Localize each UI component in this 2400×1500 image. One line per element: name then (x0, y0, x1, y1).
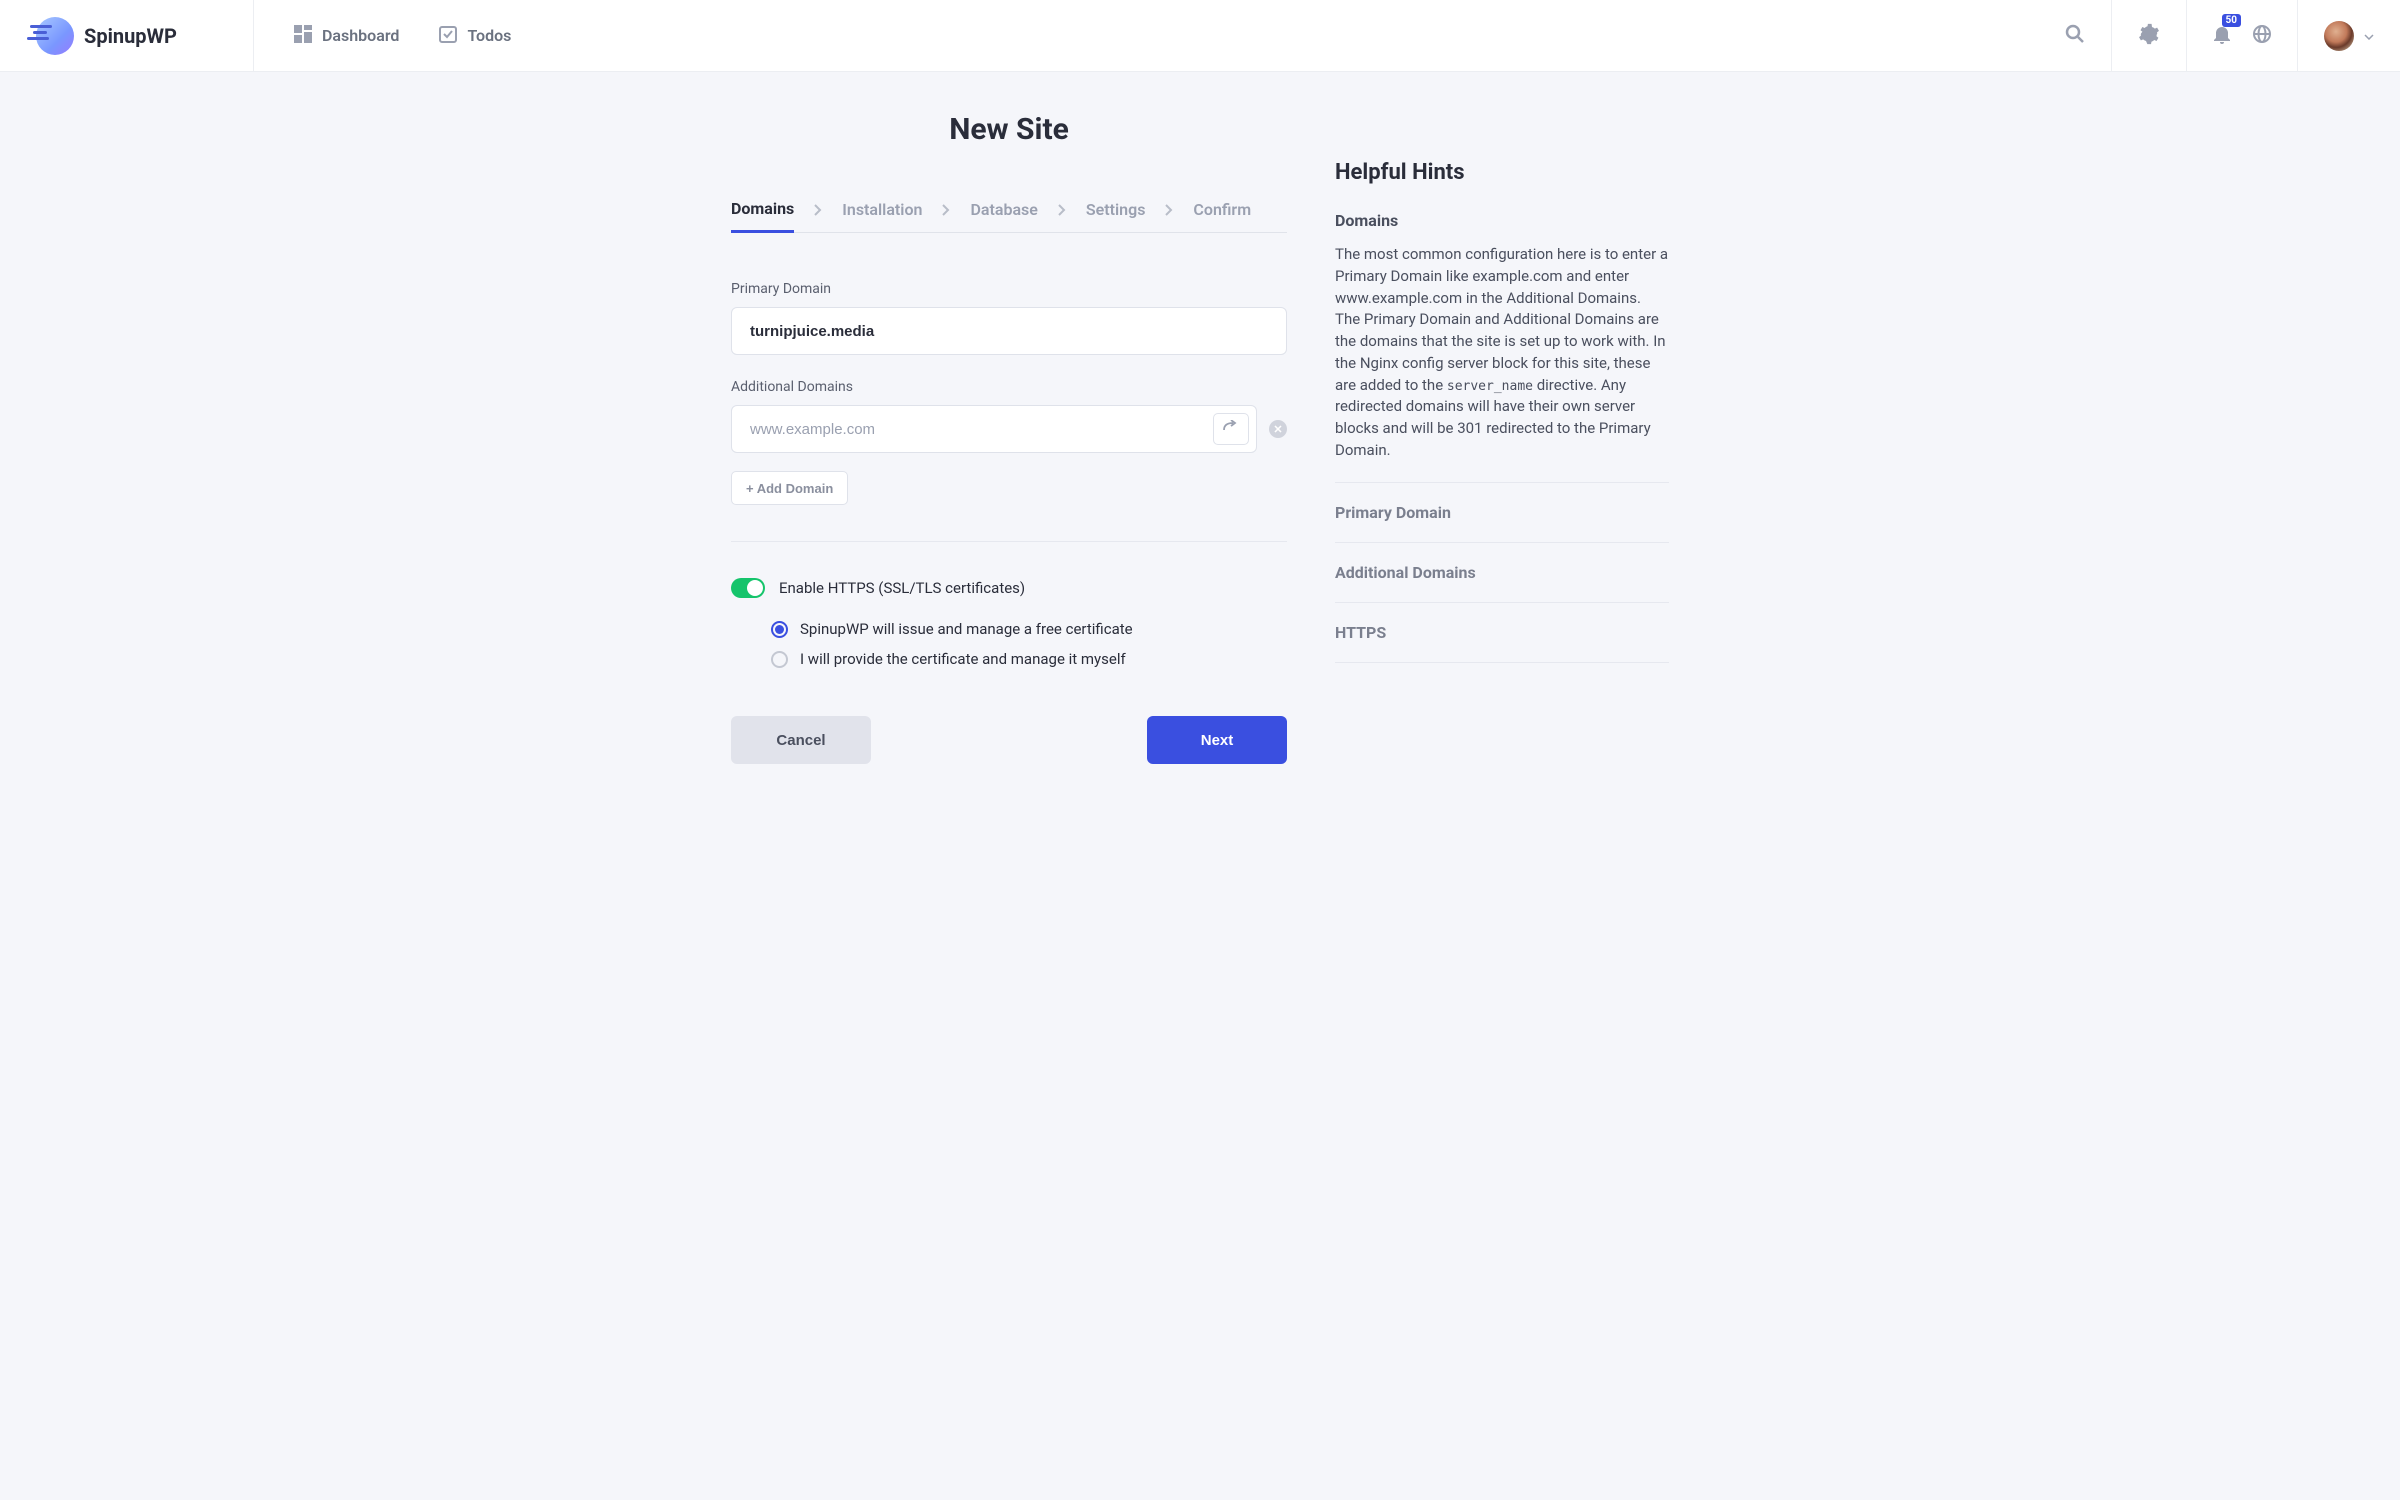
settings-button[interactable] (2111, 0, 2186, 71)
hints-domains-body: The most common configuration here is to… (1335, 244, 1669, 462)
wizard-step-domains[interactable]: Domains (731, 187, 794, 233)
help-button[interactable] (2253, 25, 2271, 47)
radio-label: SpinupWP will issue and manage a free ce… (800, 620, 1133, 638)
hints-title: Helpful Hints (1335, 160, 1669, 185)
radio-input (771, 621, 788, 638)
todos-icon (439, 25, 457, 47)
wizard-step-confirm[interactable]: Confirm (1193, 188, 1251, 231)
logo-icon (32, 15, 74, 57)
hints-text-pre: The most common configuration here is to… (1335, 245, 1668, 394)
search-button[interactable] (2039, 0, 2111, 71)
nav-todos[interactable]: Todos (439, 25, 511, 47)
add-domain-button[interactable]: + Add Domain (731, 471, 848, 505)
wizard-actions: Cancel Next (731, 716, 1287, 764)
hints-section-primary-domain[interactable]: Primary Domain (1335, 483, 1669, 543)
hints-primary-heading: Primary Domain (1335, 503, 1669, 522)
search-icon (2065, 24, 2085, 48)
cancel-button[interactable]: Cancel (731, 716, 871, 764)
divider (731, 541, 1287, 542)
wizard-step-installation[interactable]: Installation (842, 188, 922, 231)
chevron-right-icon (814, 204, 822, 216)
hints-section-domains: Domains The most common configuration he… (1335, 211, 1669, 483)
next-button[interactable]: Next (1147, 716, 1287, 764)
hints-https-heading: HTTPS (1335, 623, 1669, 642)
main-column: New Site Domains Installation Database S… (731, 112, 1287, 764)
radio-input (771, 651, 788, 668)
certificate-radio-group: SpinupWP will issue and manage a free ce… (731, 620, 1287, 668)
https-toggle[interactable] (731, 578, 765, 598)
wizard-steps: Domains Installation Database Settings C… (731, 187, 1287, 233)
additional-domains-label: Additional Domains (731, 379, 1287, 395)
avatar (2324, 21, 2354, 51)
topbar: SpinupWP Dashboard Todos (0, 0, 2400, 72)
primary-domain-label: Primary Domain (731, 281, 1287, 297)
page-title: New Site (731, 112, 1287, 147)
logo[interactable]: SpinupWP (0, 0, 254, 71)
https-toggle-label: Enable HTTPS (SSL/TLS certificates) (779, 579, 1025, 597)
bell-icon (2213, 32, 2231, 48)
account-menu[interactable] (2297, 0, 2400, 71)
hints-sidebar: Helpful Hints Domains The most common co… (1335, 112, 1669, 764)
radio-label: I will provide the certificate and manag… (800, 650, 1126, 668)
nav-todos-label: Todos (467, 26, 511, 45)
wizard-step-settings[interactable]: Settings (1086, 188, 1146, 231)
chevron-right-icon (1058, 204, 1066, 216)
dashboard-icon (294, 25, 312, 47)
nav-dashboard-label: Dashboard (322, 26, 399, 45)
primary-domain-input[interactable] (731, 307, 1287, 355)
redirect-toggle-button[interactable] (1213, 413, 1249, 445)
brand-name: SpinupWP (84, 24, 177, 48)
radio-managed-cert[interactable]: SpinupWP will issue and manage a free ce… (771, 620, 1287, 638)
additional-domain-row: ✕ (731, 405, 1287, 453)
radio-own-cert[interactable]: I will provide the certificate and manag… (771, 650, 1287, 668)
notifications-button[interactable]: 50 (2213, 24, 2231, 48)
remove-domain-button[interactable]: ✕ (1269, 420, 1287, 438)
globe-icon (2253, 31, 2271, 47)
notification-count: 50 (2222, 14, 2241, 27)
additional-domain-input[interactable] (731, 405, 1257, 453)
close-icon: ✕ (1273, 423, 1282, 436)
hints-additional-heading: Additional Domains (1335, 563, 1669, 582)
redirect-arrow-icon (1223, 420, 1239, 438)
content: New Site Domains Installation Database S… (0, 72, 2400, 764)
header-icons-group: 50 (2186, 0, 2297, 71)
https-toggle-row: Enable HTTPS (SSL/TLS certificates) (731, 578, 1287, 598)
wizard-step-database[interactable]: Database (970, 188, 1037, 231)
chevron-right-icon (942, 204, 950, 216)
gear-icon (2138, 23, 2160, 49)
hints-code: server_name (1447, 379, 1533, 394)
chevron-down-icon (2364, 28, 2374, 44)
topbar-right: 50 (2039, 0, 2400, 71)
main-nav: Dashboard Todos (254, 0, 2039, 71)
hints-section-additional-domains[interactable]: Additional Domains (1335, 543, 1669, 603)
nav-dashboard[interactable]: Dashboard (294, 25, 399, 47)
hints-section-https[interactable]: HTTPS (1335, 603, 1669, 663)
chevron-right-icon (1165, 204, 1173, 216)
hints-domains-heading: Domains (1335, 211, 1669, 230)
